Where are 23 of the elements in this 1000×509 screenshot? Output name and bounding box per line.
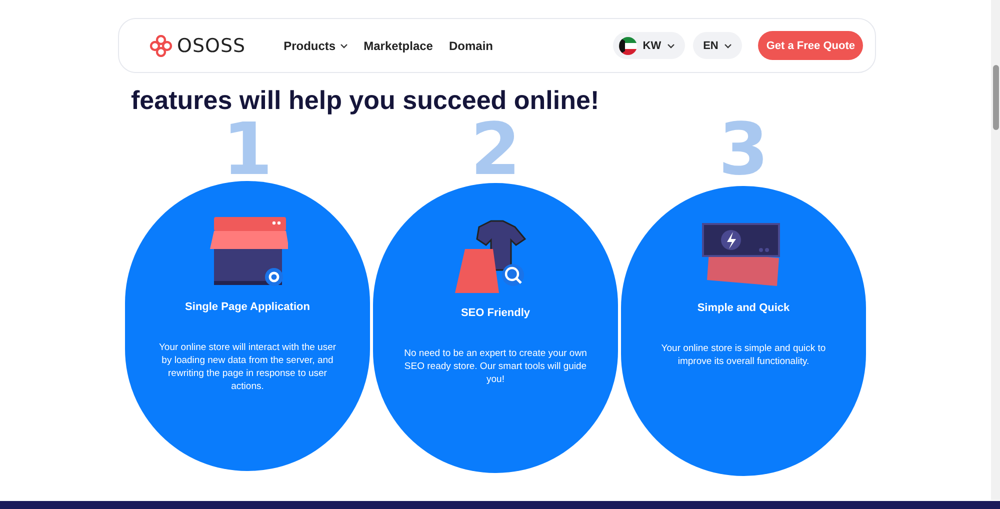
step-number: 2 (470, 117, 521, 181)
language-selector[interactable]: EN (693, 32, 742, 59)
caret-icon (724, 42, 732, 48)
brand-name[interactable]: OSOSS (177, 34, 246, 56)
section-heading: features will help you succeed online! (131, 84, 600, 117)
feature-description: Your online store is simple and quick to improve its overall functionality. (660, 342, 827, 368)
step-number: 3 (718, 117, 769, 181)
country-selector[interactable]: KW (612, 32, 686, 59)
feature-title: Simple and Quick (697, 302, 790, 314)
feature-description: Your online store will interact with the user by loading new data from the server, and rewriting the page in response to user actions. (158, 341, 338, 393)
nav-link[interactable]: Products (284, 38, 348, 52)
flag-icon (618, 36, 637, 54)
scroll-thumb[interactable] (993, 65, 999, 130)
caret-icon (667, 42, 676, 48)
logo-icon (149, 34, 173, 56)
nav-link[interactable]: Marketplace (364, 38, 433, 52)
scrollbar[interactable] (991, 0, 1000, 500)
feature-title: Single Page Application (185, 301, 310, 313)
feature-description: No need to be an expert to create your own SEO ready store. Our smart tools will guide you! (403, 347, 588, 386)
step-number: 1 (222, 117, 273, 181)
feature-title: SEO Friendly (460, 307, 530, 319)
nav-link[interactable]: Domain (448, 38, 493, 52)
storefront-icon (208, 217, 288, 287)
